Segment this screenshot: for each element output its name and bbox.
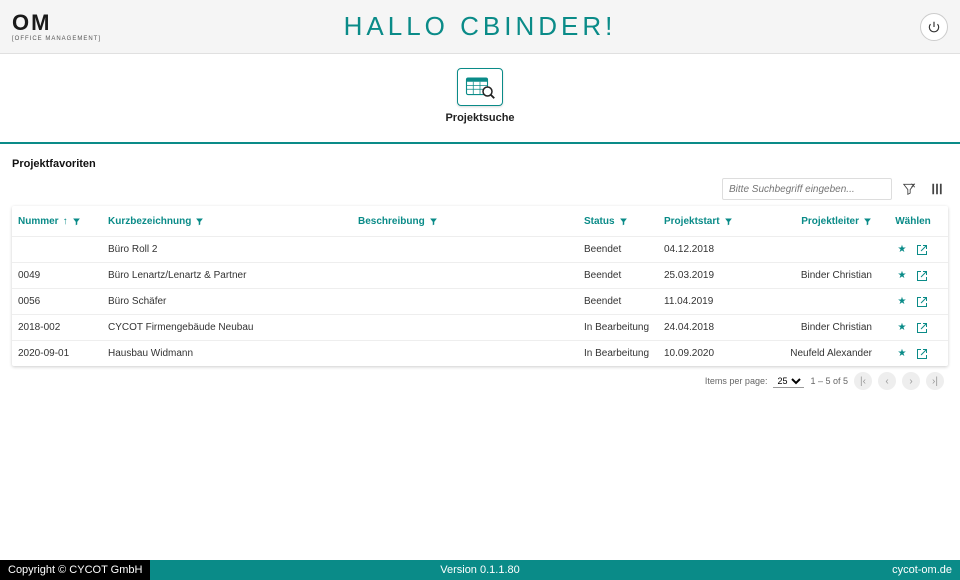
cell-leiter: Binder Christian bbox=[748, 322, 878, 333]
col-besch-label: Beschreibung bbox=[358, 216, 425, 227]
cell-actions: ★ bbox=[878, 322, 948, 334]
search-input[interactable] bbox=[722, 178, 892, 200]
col-kurz[interactable]: Kurzbezeichnung bbox=[102, 216, 352, 227]
cell-kurz: Hausbau Widmann bbox=[102, 348, 352, 359]
cell-leiter: Binder Christian bbox=[748, 270, 878, 281]
col-nummer[interactable]: Nummer ↑ bbox=[12, 216, 102, 227]
project-search-panel: Projektsuche bbox=[0, 54, 960, 144]
footer-link[interactable]: cycot-om.de bbox=[892, 564, 952, 576]
favorite-button[interactable]: ★ bbox=[898, 296, 907, 307]
open-icon[interactable] bbox=[916, 244, 928, 256]
cell-start: 04.12.2018 bbox=[658, 244, 748, 255]
cell-actions: ★ bbox=[878, 270, 948, 282]
cell-nummer: 0056 bbox=[12, 296, 102, 307]
col-besch[interactable]: Beschreibung bbox=[352, 216, 578, 227]
col-waehlen-label: Wählen bbox=[895, 216, 931, 227]
cell-start: 11.04.2019 bbox=[658, 296, 748, 307]
footer: Copyright © CYCOT GmbH Version 0.1.1.80 … bbox=[0, 560, 960, 580]
col-nummer-label: Nummer bbox=[18, 216, 59, 227]
project-search-button[interactable] bbox=[457, 68, 503, 106]
cell-actions: ★ bbox=[878, 244, 948, 256]
open-icon[interactable] bbox=[916, 270, 928, 282]
col-kurz-label: Kurzbezeichnung bbox=[108, 216, 191, 227]
cell-status: In Bearbeitung bbox=[578, 348, 658, 359]
grid-header-row: Nummer ↑ Kurzbezeichnung Beschreibung St… bbox=[12, 206, 948, 236]
cell-status: In Bearbeitung bbox=[578, 322, 658, 333]
table-row[interactable]: 0056Büro Schäfer Beendet11.04.2019 ★ bbox=[12, 288, 948, 314]
filter-icon[interactable] bbox=[195, 217, 204, 226]
clear-filter-button[interactable] bbox=[898, 178, 920, 200]
col-leiter[interactable]: Projektleiter bbox=[748, 216, 878, 227]
open-icon[interactable] bbox=[916, 348, 928, 360]
power-icon bbox=[927, 20, 941, 34]
prev-page-button[interactable]: ‹ bbox=[878, 372, 896, 390]
cell-actions: ★ bbox=[878, 296, 948, 308]
favorite-button[interactable]: ★ bbox=[898, 270, 907, 281]
col-leiter-label: Projektleiter bbox=[801, 216, 859, 227]
favorite-button[interactable]: ★ bbox=[898, 244, 907, 255]
favorite-button[interactable]: ★ bbox=[898, 322, 907, 333]
page-size-select[interactable]: 25 bbox=[773, 375, 804, 388]
page-range: 1 – 5 of 5 bbox=[810, 376, 848, 386]
filter-icon[interactable] bbox=[72, 217, 81, 226]
cell-kurz: CYCOT Firmengebäude Neubau bbox=[102, 322, 352, 333]
favorite-button[interactable]: ★ bbox=[898, 348, 907, 359]
open-icon[interactable] bbox=[916, 296, 928, 308]
pager: Items per page: 25 1 – 5 of 5 |‹ ‹ › ›| bbox=[0, 366, 960, 390]
cell-nummer: 2018-002 bbox=[12, 322, 102, 333]
cell-start: 25.03.2019 bbox=[658, 270, 748, 281]
col-start-label: Projektstart bbox=[664, 216, 720, 227]
col-status-label: Status bbox=[584, 216, 615, 227]
column-selector-button[interactable] bbox=[926, 178, 948, 200]
first-page-button[interactable]: |‹ bbox=[854, 372, 872, 390]
cell-kurz: Büro Lenartz/Lenartz & Partner bbox=[102, 270, 352, 281]
sort-asc-icon: ↑ bbox=[63, 216, 68, 227]
col-waehlen: Wählen bbox=[878, 216, 948, 227]
filter-icon[interactable] bbox=[863, 217, 872, 226]
filter-clear-icon bbox=[902, 182, 916, 196]
cell-nummer: 0049 bbox=[12, 270, 102, 281]
footer-copyright: Copyright © CYCOT GmbH bbox=[0, 560, 150, 580]
items-per-page-label: Items per page: bbox=[705, 376, 768, 386]
last-page-button[interactable]: ›| bbox=[926, 372, 944, 390]
page-title: HALLO CBINDER! bbox=[0, 11, 960, 42]
table-row[interactable]: 0049Büro Lenartz/Lenartz & Partner Beende… bbox=[12, 262, 948, 288]
cell-status: Beendet bbox=[578, 296, 658, 307]
cell-start: 10.09.2020 bbox=[658, 348, 748, 359]
cell-kurz: Büro Roll 2 bbox=[102, 244, 352, 255]
table-row[interactable]: 2018-002CYCOT Firmengebäude Neubau In Bea… bbox=[12, 314, 948, 340]
cell-start: 24.04.2018 bbox=[658, 322, 748, 333]
table-row[interactable]: Büro Roll 2 Beendet04.12.2018 ★ bbox=[12, 236, 948, 262]
col-status[interactable]: Status bbox=[578, 216, 658, 227]
cell-leiter: Neufeld Alexander bbox=[748, 348, 878, 359]
cell-status: Beendet bbox=[578, 244, 658, 255]
col-start[interactable]: Projektstart bbox=[658, 216, 748, 227]
filter-icon[interactable] bbox=[429, 217, 438, 226]
cell-kurz: Büro Schäfer bbox=[102, 296, 352, 307]
projects-grid: Nummer ↑ Kurzbezeichnung Beschreibung St… bbox=[12, 206, 948, 366]
table-row[interactable]: 2020-09-01Hausbau Widmann In Bearbeitung1… bbox=[12, 340, 948, 366]
open-icon[interactable] bbox=[916, 322, 928, 334]
cell-status: Beendet bbox=[578, 270, 658, 281]
app-header: OM [OFFICE MANAGEMENT] HALLO CBINDER! bbox=[0, 0, 960, 54]
table-search-icon bbox=[465, 74, 495, 100]
filter-icon[interactable] bbox=[724, 217, 733, 226]
cell-nummer: 2020-09-01 bbox=[12, 348, 102, 359]
power-button[interactable] bbox=[920, 13, 948, 41]
columns-icon bbox=[930, 182, 944, 196]
section-title: Projektfavoriten bbox=[0, 144, 960, 178]
filter-icon[interactable] bbox=[619, 217, 628, 226]
project-search-label: Projektsuche bbox=[0, 112, 960, 124]
grid-toolbar bbox=[0, 178, 960, 206]
next-page-button[interactable]: › bbox=[902, 372, 920, 390]
cell-actions: ★ bbox=[878, 348, 948, 360]
